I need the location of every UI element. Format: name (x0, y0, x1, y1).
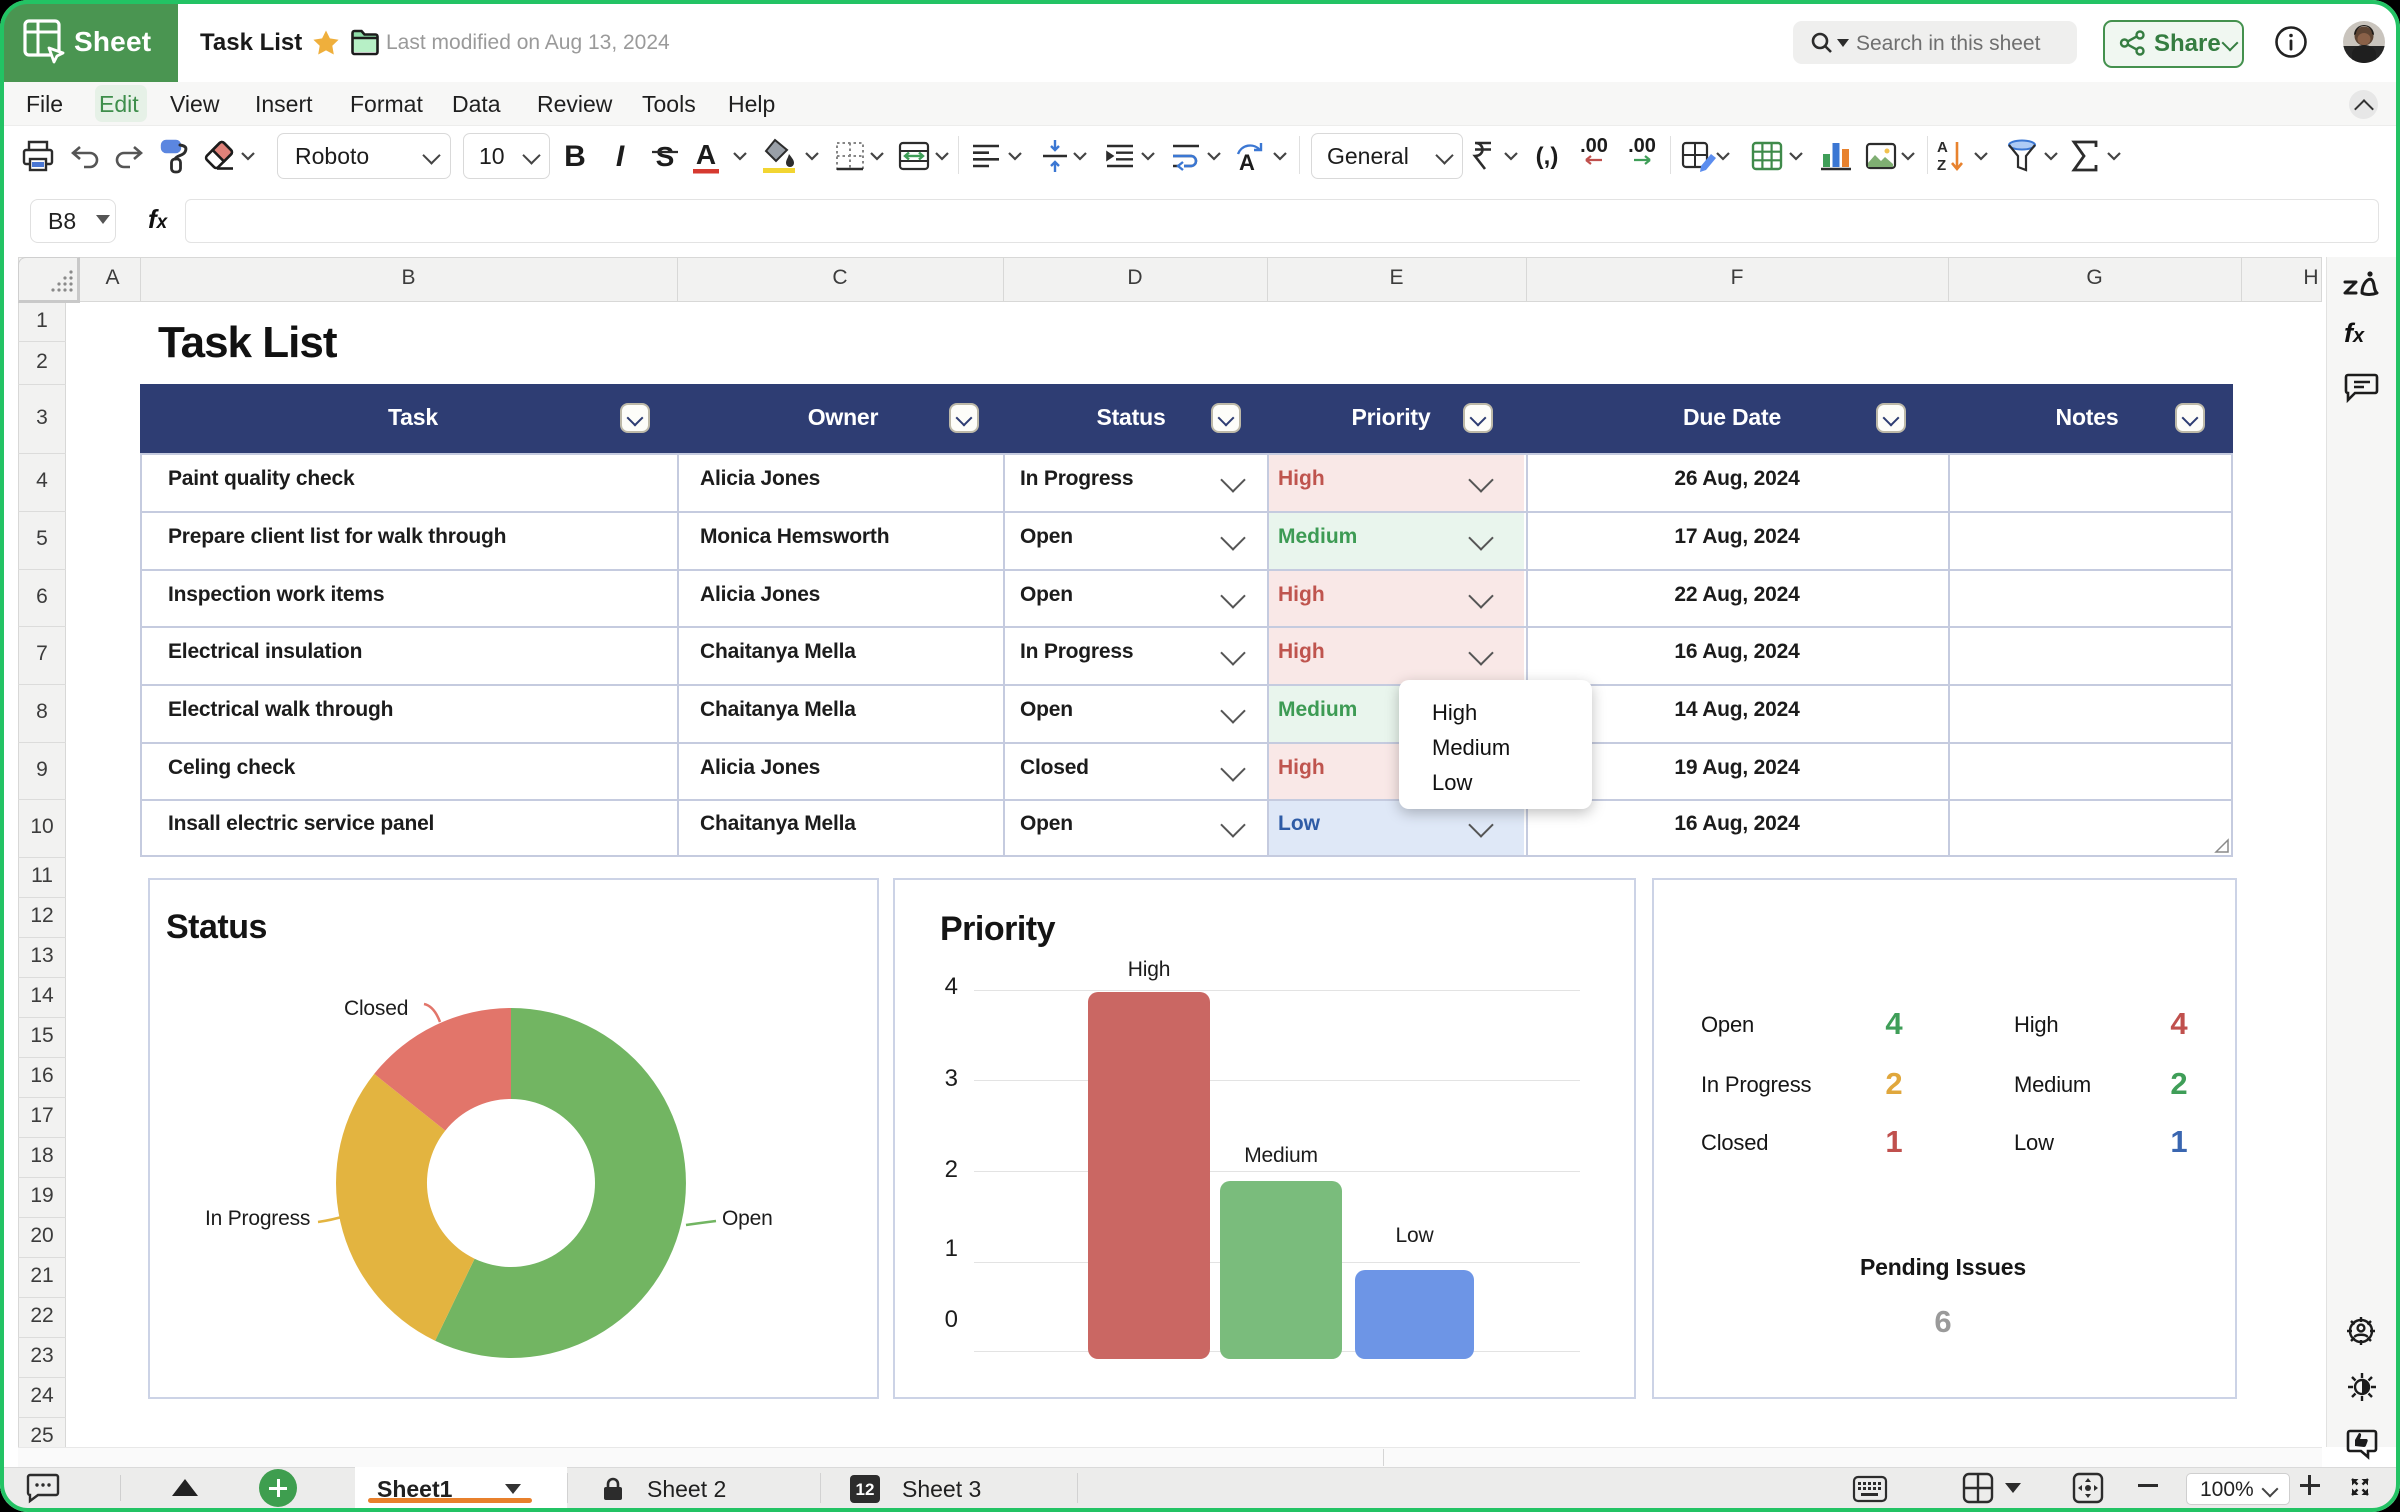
svg-text:(,): (,) (1536, 143, 1559, 170)
svg-text:Z: Z (1937, 157, 1946, 174)
svg-text:A: A (1937, 139, 1948, 156)
svg-text:A: A (1239, 150, 1255, 175)
svg-text:.00: .00 (1628, 135, 1656, 157)
svg-text:.00: .00 (1580, 135, 1608, 157)
